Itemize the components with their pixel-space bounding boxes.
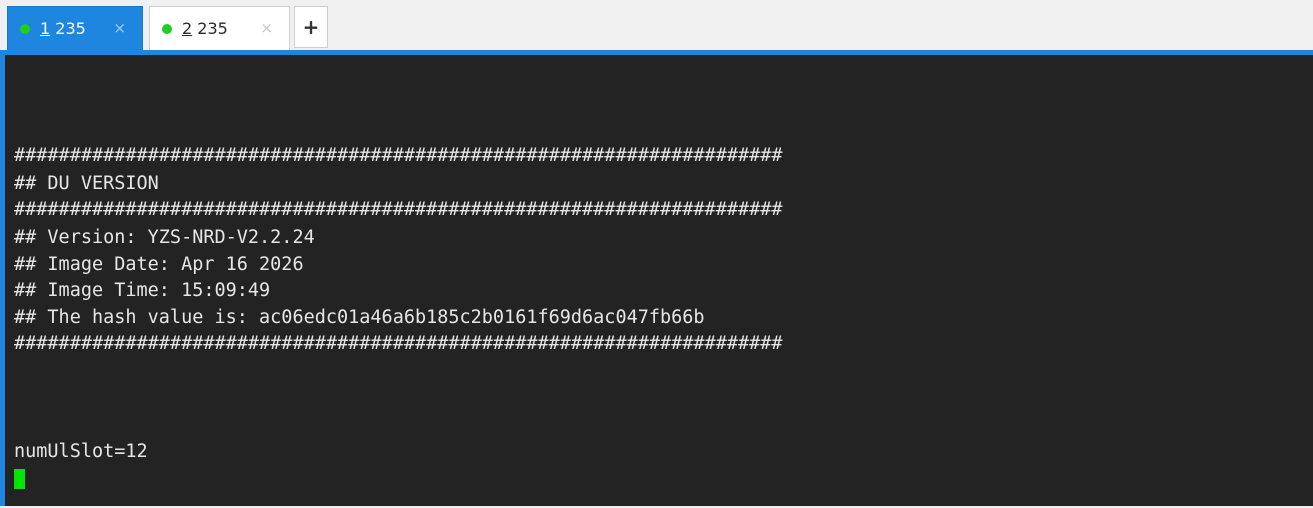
tab-label: 235 (192, 19, 228, 38)
tab-session-2[interactable]: 2 235 × (149, 6, 290, 50)
terminal-line: ## Version: YZS-NRD-V2.2.24 (14, 227, 315, 248)
terminal-line: numUlSlot=12 (14, 441, 148, 462)
tab-label: 235 (50, 19, 86, 38)
terminal-line: ########################################… (14, 199, 783, 220)
new-tab-button[interactable]: + (294, 6, 328, 48)
connection-status-icon (20, 23, 30, 34)
terminal-app-window: 1 235 × 2 235 × + ######################… (0, 0, 1313, 508)
terminal-line: ## Image Time: 15:09:49 (14, 280, 271, 301)
close-icon[interactable]: × (113, 21, 126, 36)
terminal-line: ## The hash value is: ac06edc01a46a6b185… (14, 307, 705, 328)
terminal-line: ## Image Date: Apr 16 2026 (14, 254, 304, 275)
connection-status-icon (162, 23, 172, 34)
close-icon[interactable]: × (260, 21, 273, 36)
terminal-line: ########################################… (14, 333, 783, 354)
tab-index: 2 (182, 19, 193, 38)
terminal-line: ## DU VERSION (14, 173, 159, 194)
terminal-cursor (14, 469, 25, 489)
terminal-line: ########################################… (14, 145, 783, 166)
terminal-output[interactable]: ########################################… (5, 55, 1313, 506)
tab-index: 1 (40, 19, 51, 38)
tab-session-1[interactable]: 1 235 × (7, 6, 143, 50)
tab-bar: 1 235 × 2 235 × + (0, 0, 1313, 50)
